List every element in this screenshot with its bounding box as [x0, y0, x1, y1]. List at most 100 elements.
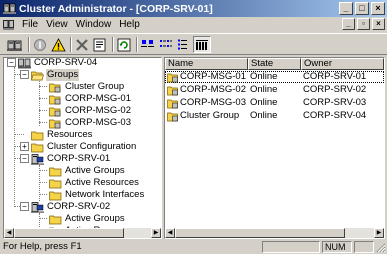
column-header-state[interactable]: State [248, 58, 301, 70]
properties-icon [93, 38, 106, 51]
tree-collapse-toggle[interactable]: − [7, 58, 16, 67]
resize-grip-icon[interactable] [375, 242, 386, 253]
tree-collapse-toggle[interactable]: − [20, 70, 29, 79]
folder-icon [31, 131, 44, 140]
group-folder-icon [49, 95, 61, 104]
close-button[interactable]: × [371, 2, 385, 15]
tree-item-group[interactable]: CORP-MSG-02 [49, 105, 132, 117]
mdi-child-icon[interactable] [3, 19, 15, 31]
tree-item-network-interfaces[interactable]: Network Interfaces [49, 189, 145, 201]
tree-label: Cluster Group [65, 81, 125, 92]
title-bar[interactable]: Cluster Administrator - [CORP-SRV-01] _ … [0, 0, 387, 17]
details-view-button[interactable] [193, 36, 211, 53]
tree-line [39, 86, 47, 87]
bring-online-button[interactable] [31, 36, 49, 53]
menu-file[interactable]: File [18, 18, 42, 32]
tree-item-active-groups[interactable]: Active Groups [49, 213, 126, 225]
toolbar-separator [136, 37, 138, 52]
tree-item-node[interactable]: CORP-SRV-02 [31, 201, 111, 213]
minimize-button[interactable]: _ [339, 2, 353, 15]
tree-label: CORP-SRV-04 [34, 57, 98, 68]
tree-label: Active Groups [65, 213, 125, 224]
tree-line [14, 67, 15, 205]
list-row[interactable]: CORP-MSG-02 Online CORP-SRV-02 [165, 84, 384, 96]
mdi-minimize-button[interactable]: _ [342, 18, 355, 30]
tree-item-node[interactable]: CORP-SRV-01 [31, 153, 111, 165]
scroll-thumb[interactable] [14, 228, 124, 238]
cell-name: CORP-MSG-01 [180, 71, 246, 82]
delete-button[interactable] [73, 36, 91, 53]
tree-collapse-toggle[interactable]: − [20, 202, 29, 211]
window-title: Cluster Administrator - [CORP-SRV-01] [19, 2, 213, 15]
scroll-thumb[interactable] [175, 228, 345, 238]
refresh-button[interactable] [115, 36, 133, 53]
folder-icon [49, 167, 62, 176]
menu-bar: File View Window Help _ ▫ × [0, 17, 387, 32]
scroll-left-arrow-icon[interactable]: ◀ [4, 228, 14, 238]
tree-item-group[interactable]: Cluster Group [49, 81, 125, 93]
take-offline-button[interactable] [49, 36, 67, 53]
tree-item-group[interactable]: CORP-MSG-03 [49, 117, 132, 129]
tree-item-cluster-configuration[interactable]: Cluster Configuration [31, 141, 137, 153]
tree-horizontal-scrollbar[interactable]: ◀ ▶ [4, 228, 161, 238]
cell-name: CORP-MSG-02 [180, 84, 246, 95]
tree-item-groups[interactable]: Groups [31, 69, 80, 81]
open-connection-button[interactable] [6, 36, 24, 53]
tree-label: Groups [46, 69, 80, 81]
refresh-icon [117, 38, 131, 51]
scroll-right-arrow-icon[interactable]: ▶ [151, 228, 161, 238]
cluster-tree-pane[interactable]: − − + − − CORP-SRV-04 Groups Cluster Gro… [3, 57, 162, 239]
tree-label: CORP-MSG-03 [65, 117, 131, 128]
menu-view[interactable]: View [42, 18, 72, 32]
toolbar-separator [28, 37, 30, 52]
restore-icon: ▫ [362, 19, 365, 28]
cell-state: Online [250, 84, 278, 95]
menu-help[interactable]: Help [115, 18, 144, 32]
list-row[interactable]: CORP-MSG-03 Online CORP-SRV-03 [165, 97, 384, 109]
close-icon: × [375, 3, 381, 13]
folder-icon [49, 215, 62, 224]
tree-item-resources[interactable]: Resources [31, 129, 93, 141]
large-icons-button[interactable] [139, 36, 157, 53]
folder-icon [31, 143, 44, 152]
menu-window[interactable]: Window [72, 18, 116, 32]
tree-item-group[interactable]: CORP-MSG-01 [49, 93, 132, 105]
open-connection-icon [7, 40, 22, 51]
tree-line [39, 122, 47, 123]
tree-label: Active Groups [65, 165, 125, 176]
toolbar [0, 33, 387, 55]
tree-label: CORP-MSG-01 [65, 93, 131, 104]
list-row[interactable]: Cluster Group Online CORP-SRV-04 [165, 110, 384, 122]
tree-collapse-toggle[interactable]: − [20, 154, 29, 163]
tree-item-active-groups[interactable]: Active Groups [49, 165, 126, 177]
group-folder-icon [167, 73, 178, 83]
tree-line [39, 110, 47, 111]
toolbar-separator [70, 37, 72, 52]
maximize-button[interactable]: □ [355, 2, 369, 15]
column-header-owner[interactable]: Owner [301, 58, 384, 70]
bring-online-icon [34, 38, 46, 51]
list-row[interactable]: CORP-MSG-01 Online CORP-SRV-01 [165, 71, 384, 83]
mdi-close-button[interactable]: × [372, 18, 385, 30]
column-header-name[interactable]: Name [165, 58, 248, 70]
tree-label: Cluster Configuration [47, 141, 137, 152]
small-icons-button[interactable] [157, 36, 175, 53]
list-view-button[interactable] [175, 36, 193, 53]
group-folder-icon [167, 99, 178, 109]
scroll-right-arrow-icon[interactable]: ▶ [374, 228, 384, 238]
tree-item-cluster-root[interactable]: CORP-SRV-04 [18, 57, 98, 69]
scroll-left-arrow-icon[interactable]: ◀ [165, 228, 175, 238]
tree-item-active-resources[interactable]: Active Resources [49, 177, 140, 189]
status-help-text: For Help, press F1 [3, 241, 82, 252]
list-horizontal-scrollbar[interactable]: ◀ ▶ [165, 228, 384, 238]
cluster-admin-app-icon[interactable] [3, 2, 16, 15]
minimize-icon: _ [343, 3, 349, 13]
cell-state: Online [250, 71, 278, 82]
groups-list-pane[interactable]: Name State Owner CORP-MSG-01 Online CORP… [164, 57, 385, 239]
close-icon: × [376, 19, 381, 28]
tree-expand-toggle[interactable]: + [20, 142, 29, 151]
properties-button[interactable] [91, 36, 109, 53]
cell-owner: CORP-SRV-04 [303, 110, 367, 121]
folder-icon [49, 191, 62, 200]
mdi-restore-button[interactable]: ▫ [357, 18, 370, 30]
